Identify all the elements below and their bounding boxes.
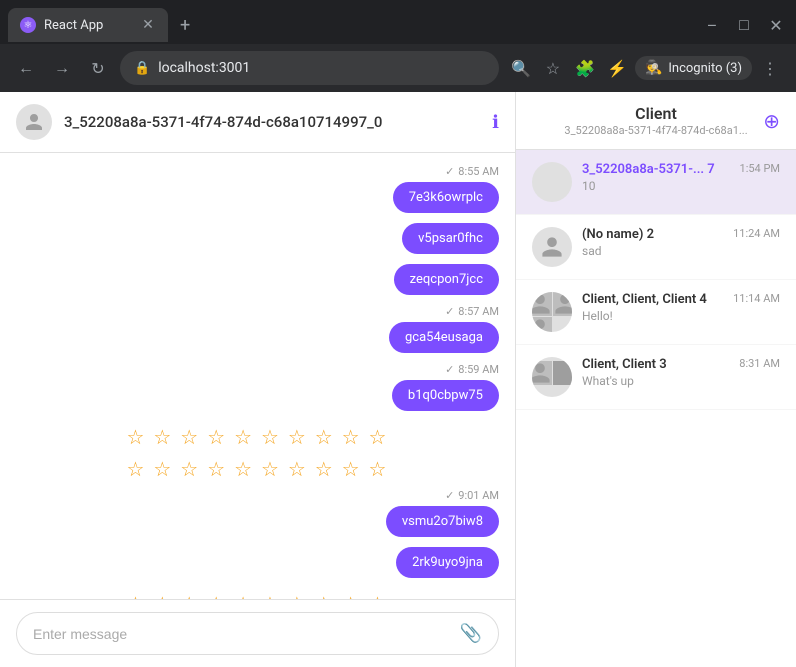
msg-bubble: 2rk9uyo9jna	[396, 547, 499, 578]
conv-time: 8:31 AM	[739, 357, 780, 370]
conv-name-row: Client, Client 3	[582, 357, 729, 372]
stars-row-2: ☆ ☆ ☆ ☆ ☆ ☆ ☆ ☆ ☆ ☆	[16, 457, 499, 481]
maximize-button[interactable]: □	[732, 13, 756, 37]
extension-icon[interactable]: 🧩	[571, 54, 599, 82]
stars-row-1: ☆ ☆ ☆ ☆ ☆ ☆ ☆ ☆ ☆ ☆	[16, 425, 499, 449]
menu-icon[interactable]: ⋮	[756, 54, 784, 82]
time-label-857: ✓ 8:57 AM	[16, 305, 499, 318]
chat-area: 3_52208a8a-5371-4f74-874d-c68a10714997_0…	[0, 92, 516, 667]
sidebar-header: Client 3_52208a8a-5371-4f74-874d-c68a1..…	[516, 92, 796, 150]
chat-input-box: 📎	[16, 612, 499, 655]
conversation-info: 3_52208a8a-5371-... 7 10	[582, 162, 730, 193]
message-row: 2rk9uyo9jna	[16, 547, 499, 584]
conv-time: 11:24 AM	[733, 227, 780, 240]
incognito-avatar: 🕵	[645, 60, 662, 76]
sidebar: Client 3_52208a8a-5371-4f74-874d-c68a1..…	[516, 92, 796, 667]
conversation-info: Client, Client 3 What's up	[582, 357, 729, 388]
chat-header-avatar	[16, 104, 52, 140]
conversation-avatar	[532, 227, 572, 267]
time-label-859: ✓ 8:59 AM	[16, 363, 499, 376]
msg-bubble: b1q0cbpw75	[392, 380, 499, 411]
stars-display: ☆ ☆ ☆ ☆ ☆ ☆ ☆ ☆ ☆ ☆	[127, 592, 389, 599]
sidebar-header-text: Client 3_52208a8a-5371-4f74-874d-c68a1..…	[564, 104, 747, 137]
address-text: localhost:3001	[158, 60, 485, 76]
conversation-avatar	[532, 292, 572, 332]
profile-icon[interactable]: ⚡	[603, 54, 631, 82]
chat-input-area: 📎	[0, 599, 515, 667]
time-label-901: ✓ 9:01 AM	[16, 489, 499, 502]
search-icon[interactable]: 🔍	[507, 54, 535, 82]
incognito-label: Incognito (3)	[668, 61, 742, 76]
message-row: b1q0cbpw75	[16, 380, 499, 417]
stars-display: ☆ ☆ ☆ ☆ ☆ ☆ ☆ ☆ ☆ ☆	[127, 425, 389, 449]
tab-bar: ⚛ React App ✕ + – □ ✕	[0, 0, 796, 44]
conv-preview: What's up	[582, 374, 729, 388]
conversation-info: Client, Client, Client 4 Hello!	[582, 292, 723, 323]
chat-header: 3_52208a8a-5371-4f74-874d-c68a10714997_0…	[0, 92, 515, 153]
stars-display: ☆ ☆ ☆ ☆ ☆ ☆ ☆ ☆ ☆ ☆	[127, 457, 389, 481]
tab-close-button[interactable]: ✕	[140, 17, 156, 33]
conv-time: 1:54 PM	[740, 162, 780, 175]
close-window-button[interactable]: ✕	[764, 13, 788, 37]
message-row: gca54eusaga	[16, 322, 499, 359]
toolbar-icons: 🔍 ☆ 🧩 ⚡ 🕵 Incognito (3) ⋮	[507, 54, 784, 82]
stars-row-3: ☆ ☆ ☆ ☆ ☆ ☆ ☆ ☆ ☆ ☆	[16, 592, 499, 599]
conv-name: Client, Client, Client 4	[582, 292, 707, 307]
message-row: vsmu2o7biw8	[16, 506, 499, 543]
conversation-item-active[interactable]: 3_52208a8a-5371-... 7 10 1:54 PM	[516, 150, 796, 215]
msg-bubble: v5psar0fhc	[402, 223, 499, 254]
conversation-item-triple[interactable]: Client, Client, Client 4 Hello! 11:14 AM	[516, 280, 796, 345]
message-row: v5psar0fhc	[16, 223, 499, 260]
msg-bubble: zeqcpon7jcc	[394, 264, 499, 295]
msg-bubble: vsmu2o7biw8	[386, 506, 499, 537]
conv-preview: Hello!	[582, 309, 723, 323]
conv-name: 3_52208a8a-5371-... 7	[582, 162, 715, 177]
address-bar-row: ← → ↻ 🔒 localhost:3001 🔍 ☆ 🧩 ⚡ 🕵 Incogni…	[0, 44, 796, 92]
conv-name: Client, Client 3	[582, 357, 667, 372]
message-row: 7e3k6owrplc	[16, 182, 499, 219]
forward-button[interactable]: →	[48, 54, 76, 82]
msg-bubble: 7e3k6owrplc	[393, 182, 499, 213]
chat-input[interactable]	[33, 626, 452, 642]
tab-favicon: ⚛	[20, 17, 36, 33]
refresh-button[interactable]: ↻	[84, 54, 112, 82]
add-conversation-button[interactable]: ⊕	[763, 109, 780, 133]
conv-name-row: (No name) 2	[582, 227, 723, 242]
msg-bubble: gca54eusaga	[389, 322, 499, 353]
back-button[interactable]: ←	[12, 54, 40, 82]
bookmark-icon[interactable]: ☆	[539, 54, 567, 82]
browser-tab[interactable]: ⚛ React App ✕	[8, 8, 168, 42]
conv-name-row: 3_52208a8a-5371-... 7	[582, 162, 730, 177]
tab-title: React App	[44, 18, 132, 33]
conversation-avatar	[532, 357, 572, 397]
conv-preview: sad	[582, 244, 723, 258]
conversation-item-noname[interactable]: (No name) 2 sad 11:24 AM	[516, 215, 796, 280]
conv-name-row: Client, Client, Client 4	[582, 292, 723, 307]
address-bar[interactable]: 🔒 localhost:3001	[120, 51, 499, 85]
conversation-avatar	[532, 162, 572, 202]
chat-messages[interactable]: ✓ 8:55 AM 7e3k6owrplc v5psar0fhc zeqcpon…	[0, 153, 515, 599]
incognito-button[interactable]: 🕵 Incognito (3)	[635, 56, 752, 80]
conversation-item-double[interactable]: Client, Client 3 What's up 8:31 AM	[516, 345, 796, 410]
attach-icon[interactable]: 📎	[460, 623, 482, 644]
conversation-list[interactable]: 3_52208a8a-5371-... 7 10 1:54 PM (No nam…	[516, 150, 796, 667]
message-row: zeqcpon7jcc	[16, 264, 499, 301]
conv-time: 11:14 AM	[733, 292, 780, 305]
time-label-855: ✓ 8:55 AM	[16, 165, 499, 178]
conv-preview: 10	[582, 179, 730, 193]
sidebar-subtitle: 3_52208a8a-5371-4f74-874d-c68a1...	[564, 124, 747, 137]
lock-icon: 🔒	[134, 61, 150, 76]
window-controls: – □ ✕	[700, 13, 788, 37]
conv-name: (No name) 2	[582, 227, 654, 242]
minimize-button[interactable]: –	[700, 13, 724, 37]
app-content: 3_52208a8a-5371-4f74-874d-c68a10714997_0…	[0, 92, 796, 667]
new-tab-button[interactable]: +	[172, 11, 198, 40]
conversation-info: (No name) 2 sad	[582, 227, 723, 258]
chat-header-title: 3_52208a8a-5371-4f74-874d-c68a10714997_0	[64, 113, 480, 131]
info-icon[interactable]: ℹ	[492, 112, 499, 133]
sidebar-title: Client	[564, 104, 747, 123]
browser-chrome: ⚛ React App ✕ + – □ ✕ ← → ↻ 🔒 localhost:…	[0, 0, 796, 92]
